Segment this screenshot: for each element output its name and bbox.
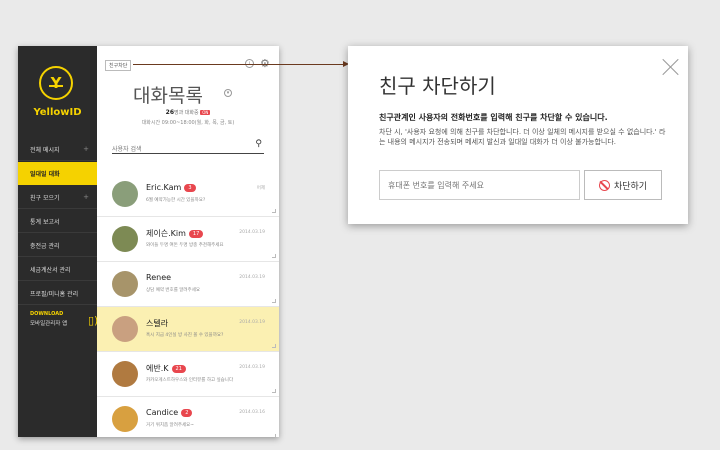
sidebar-item-label: 일대일 대화 — [30, 171, 60, 178]
dialog-lead-text: 친구관계인 사용자의 전화번호를 입력해 친구를 차단할 수 있습니다. — [379, 113, 608, 122]
block-icon — [598, 179, 610, 191]
avatar — [112, 271, 138, 297]
sidebar-item-tax-invoice[interactable]: 세금계산서 관리 — [18, 258, 97, 281]
callout-connector-line — [133, 64, 345, 65]
sidebar-nav: 전체 메시지 + 일대일 대화 친구 모으기 + 통계 보고서 충전금 관리 세… — [18, 138, 97, 306]
yellowid-logo-icon[interactable]: Y — [39, 66, 73, 100]
chat-hours: 대화시간 09:00~18:00(월, 화, 목, 금, 토) — [141, 120, 235, 126]
sidebar-item-label: 세금계산서 관리 — [30, 266, 71, 274]
list-item[interactable]: Eric.Kam 3 6월 예약가능한 시간 있을까요? 어제 — [97, 172, 279, 217]
active-chat-count: 26명과 대화중 ON — [97, 109, 279, 116]
avatar — [112, 316, 138, 342]
sidebar: Y YellowID 전체 메시지 + 일대일 대화 친구 모으기 + 통계 보… — [18, 46, 98, 437]
sidebar-item-gather-friends[interactable]: 친구 모으기 + — [18, 186, 97, 209]
contact-name: Renee — [146, 273, 172, 282]
friend-block-button[interactable]: 친구차단 — [105, 60, 132, 71]
count-number: 26 — [165, 109, 175, 116]
avatar — [112, 406, 138, 432]
search-icon[interactable]: ⚲ — [255, 139, 262, 149]
download-app-link[interactable]: DOWNLOAD 모바일관리자 앱 — [30, 311, 67, 327]
sidebar-item-all-messages[interactable]: 전체 메시지 + — [18, 138, 97, 161]
message-date: 2014.03.16 — [239, 410, 265, 415]
list-item[interactable]: Renee 상담 예약 번호를 알려주세요 2014.03.19 — [97, 262, 279, 307]
download-title: DOWNLOAD — [30, 311, 64, 317]
corner-mark-icon — [272, 389, 276, 393]
list-item[interactable]: 스텔라 혹시 지금 4인실 방 사진 볼 수 있을까요? 2014.03.19 — [97, 307, 279, 352]
sidebar-item-label: 전체 메시지 — [30, 146, 60, 154]
chevron-down-icon[interactable]: ▾ — [224, 89, 232, 97]
plus-icon: + — [83, 193, 89, 201]
message-preview: 상담 예약 번호를 알려주세요 — [146, 288, 200, 293]
corner-mark-icon — [272, 209, 276, 213]
unread-badge: 2 — [181, 408, 193, 417]
download-subtitle: 모바일관리자 앱 — [30, 321, 68, 327]
block-button-label: 차단하기 — [613, 181, 648, 192]
contact-name: 제이슨.Kim 17 — [146, 228, 204, 239]
contact-name: Candice 2 — [146, 408, 193, 417]
contact-name: 에반.K 21 — [146, 363, 186, 374]
search-input[interactable] — [112, 141, 242, 158]
message-preview: 혹시 지금 4인실 방 사진 볼 수 있을까요? — [146, 333, 224, 338]
list-item[interactable]: 제이슨.Kim 17 와이들 두명 여돈 두명 방충 추천해주세요 2014.03… — [97, 217, 279, 262]
phone-number-input[interactable] — [379, 170, 580, 200]
message-preview: 거기 위치좀 알려주세요~ — [146, 423, 195, 428]
avatar — [112, 226, 138, 252]
contact-name: 스텔라 — [146, 319, 169, 328]
sidebar-item-profile-minihome[interactable]: 프로필/미니홈 관리 — [18, 282, 97, 305]
unread-badge: 3 — [184, 183, 196, 192]
corner-mark-icon — [272, 344, 276, 348]
logo-text: YellowID — [33, 107, 82, 118]
status-badge[interactable]: ON — [200, 110, 211, 115]
count-suffix: 명과 대화중 — [174, 110, 199, 116]
message-date: 2014.03.19 — [239, 230, 265, 235]
app-window: Y YellowID 전체 메시지 + 일대일 대화 친구 모으기 + 통계 보… — [18, 46, 279, 437]
dialog-title: 친구 차단하기 — [379, 74, 496, 98]
message-preview: 6월 예약가능한 시간 있을까요? — [146, 198, 206, 203]
search-bar: ⚲ — [112, 136, 264, 158]
sidebar-item-stats-report[interactable]: 통계 보고서 — [18, 210, 97, 233]
sidebar-item-label: 친구 모으기 — [30, 194, 60, 202]
page-title: 대화목록 — [133, 85, 203, 107]
plus-icon: + — [83, 145, 89, 153]
dialog-description: 차단 시, '사용자 요청에 의해 친구를 차단합니다. 더 이상 일체의 메시… — [379, 128, 666, 146]
sidebar-item-label: 충전금 관리 — [30, 242, 60, 250]
chat-list-panel: 친구차단 i ⚙ 대화목록 ▾ 26명과 대화중 ON 대화시간 09:00~1… — [97, 46, 279, 437]
message-date: 어제 — [256, 186, 265, 191]
list-item[interactable]: Candice 2 거기 위치좀 알려주세요~ 2014.03.16 — [97, 397, 279, 437]
message-date: 2014.03.19 — [239, 275, 265, 280]
message-date: 2014.03.19 — [239, 365, 265, 370]
unread-badge: 17 — [188, 229, 204, 238]
message-preview: 와이들 두명 여돈 두명 방충 추천해주세요 — [146, 243, 224, 248]
sidebar-item-label: 통계 보고서 — [30, 218, 60, 226]
contact-name: Eric.Kam 3 — [146, 183, 196, 192]
sidebar-item-label: 프로필/미니홈 관리 — [30, 290, 79, 298]
close-icon[interactable] — [662, 58, 680, 76]
corner-mark-icon — [272, 299, 276, 303]
message-preview: 카카오게스트하우스와 인터뷰를 하고 싶습니다 — [146, 378, 234, 383]
avatar — [112, 361, 138, 387]
list-item[interactable]: 에반.K 21 카카오게스트하우스와 인터뷰를 하고 싶습니다 2014.03.1… — [97, 352, 279, 397]
message-date: 2014.03.19 — [239, 320, 265, 325]
logo-underline — [49, 85, 63, 87]
avatar — [112, 181, 138, 207]
sidebar-item-one-to-one-chat[interactable]: 일대일 대화 — [18, 162, 97, 185]
conversation-list: Eric.Kam 3 6월 예약가능한 시간 있을까요? 어제 제이슨.Kim 17… — [97, 172, 279, 437]
sidebar-item-charge-management[interactable]: 충전금 관리 — [18, 234, 97, 257]
block-button[interactable]: 차단하기 — [584, 170, 662, 200]
unread-badge: 21 — [171, 364, 186, 373]
corner-mark-icon — [272, 434, 276, 437]
corner-mark-icon — [272, 254, 276, 258]
block-friend-dialog: 친구 차단하기 친구관계인 사용자의 전화번호를 입력해 친구를 차단할 수 있… — [348, 46, 688, 224]
